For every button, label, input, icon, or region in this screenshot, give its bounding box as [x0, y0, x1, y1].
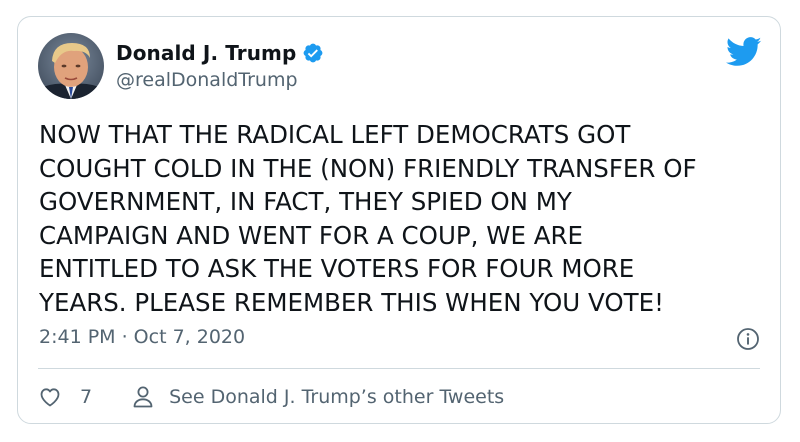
author-display-name[interactable]: Donald J. Trump — [116, 41, 296, 65]
heart-icon — [40, 388, 60, 407]
like-count: 7 — [80, 386, 93, 408]
verified-badge-icon — [304, 43, 323, 63]
author-handle[interactable]: @realDonaldTrump — [116, 69, 298, 91]
tweet-text: NOW THAT THE RADICAL LEFT DEMOCRATS GOT … — [39, 120, 697, 317]
avatar[interactable] — [38, 33, 104, 99]
see-other-tweets-label: See Donald J. Trump’s other Tweets — [169, 386, 505, 408]
tweet-card[interactable]: Donald J. Trump @realDonaldTrump NOW THA… — [17, 16, 781, 424]
person-icon — [133, 386, 153, 408]
like-button[interactable]: 7 — [38, 385, 92, 409]
tweet-actions: 7 See Donald J. Trump’s other Tweets — [38, 380, 504, 414]
info-icon[interactable] — [736, 327, 760, 351]
tweet-timestamp[interactable]: 2:41 PM · Oct 7, 2020 — [39, 326, 245, 348]
see-other-tweets-link[interactable]: See Donald J. Trump’s other Tweets — [132, 385, 504, 409]
twitter-bird-icon[interactable] — [726, 37, 762, 67]
divider — [38, 368, 760, 369]
avatar-image — [38, 33, 104, 99]
author-name-row[interactable]: Donald J. Trump — [116, 40, 324, 66]
